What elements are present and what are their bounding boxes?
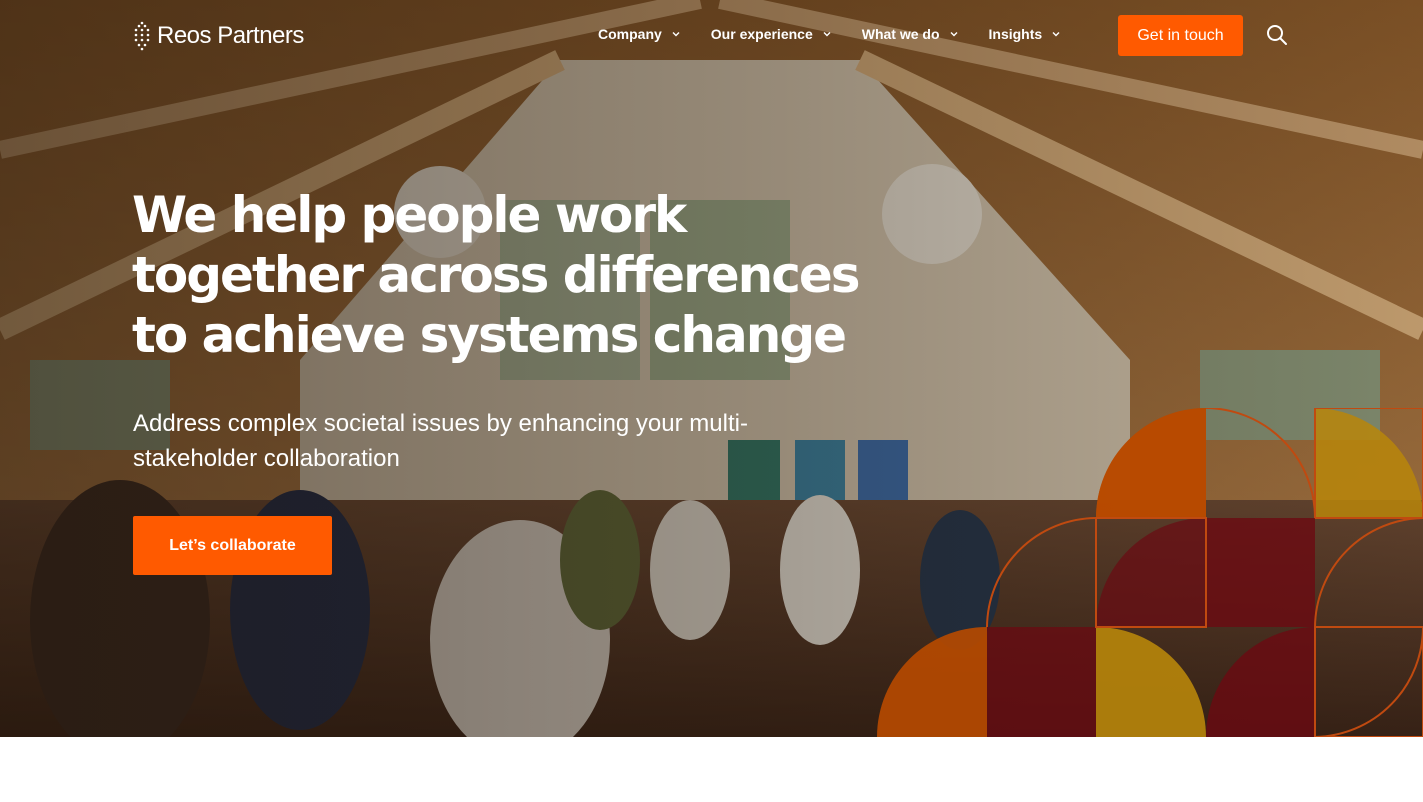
search-icon[interactable] bbox=[1266, 24, 1288, 46]
chevron-down-icon bbox=[823, 32, 831, 37]
nav-item-company[interactable]: Company bbox=[598, 26, 681, 42]
reos-leaf-icon bbox=[134, 21, 150, 51]
nav-item-label: Our experience bbox=[710, 26, 813, 42]
hero-section: Reos Partners Company Our experience Wha… bbox=[0, 0, 1423, 737]
nav-item-our-experience[interactable]: Our experience bbox=[711, 26, 832, 42]
chevron-down-icon bbox=[1052, 32, 1060, 37]
brand-logo[interactable]: Reos Partners bbox=[133, 20, 304, 52]
hero-headline: We help people work together across diff… bbox=[132, 186, 861, 364]
main-nav: Company Our experience What we do Insigh… bbox=[598, 26, 1091, 42]
chevron-down-icon bbox=[672, 32, 680, 37]
nav-item-label: Insights bbox=[988, 26, 1043, 42]
nav-item-label: What we do bbox=[861, 26, 940, 42]
decorative-pattern bbox=[877, 408, 1423, 737]
nav-item-label: Company bbox=[598, 26, 662, 42]
get-in-touch-button[interactable]: Get in touch bbox=[1118, 15, 1243, 56]
chevron-down-icon bbox=[950, 32, 958, 37]
nav-item-what-we-do[interactable]: What we do bbox=[862, 26, 959, 42]
site-header: Reos Partners Company Our experience Wha… bbox=[0, 0, 1423, 72]
brand-name: Reos Partners bbox=[157, 22, 304, 49]
lets-collaborate-button[interactable]: Let’s collaborate bbox=[133, 516, 332, 575]
nav-item-insights[interactable]: Insights bbox=[989, 26, 1062, 42]
hero-subheadline: Address complex societal issues by enhan… bbox=[133, 410, 748, 472]
